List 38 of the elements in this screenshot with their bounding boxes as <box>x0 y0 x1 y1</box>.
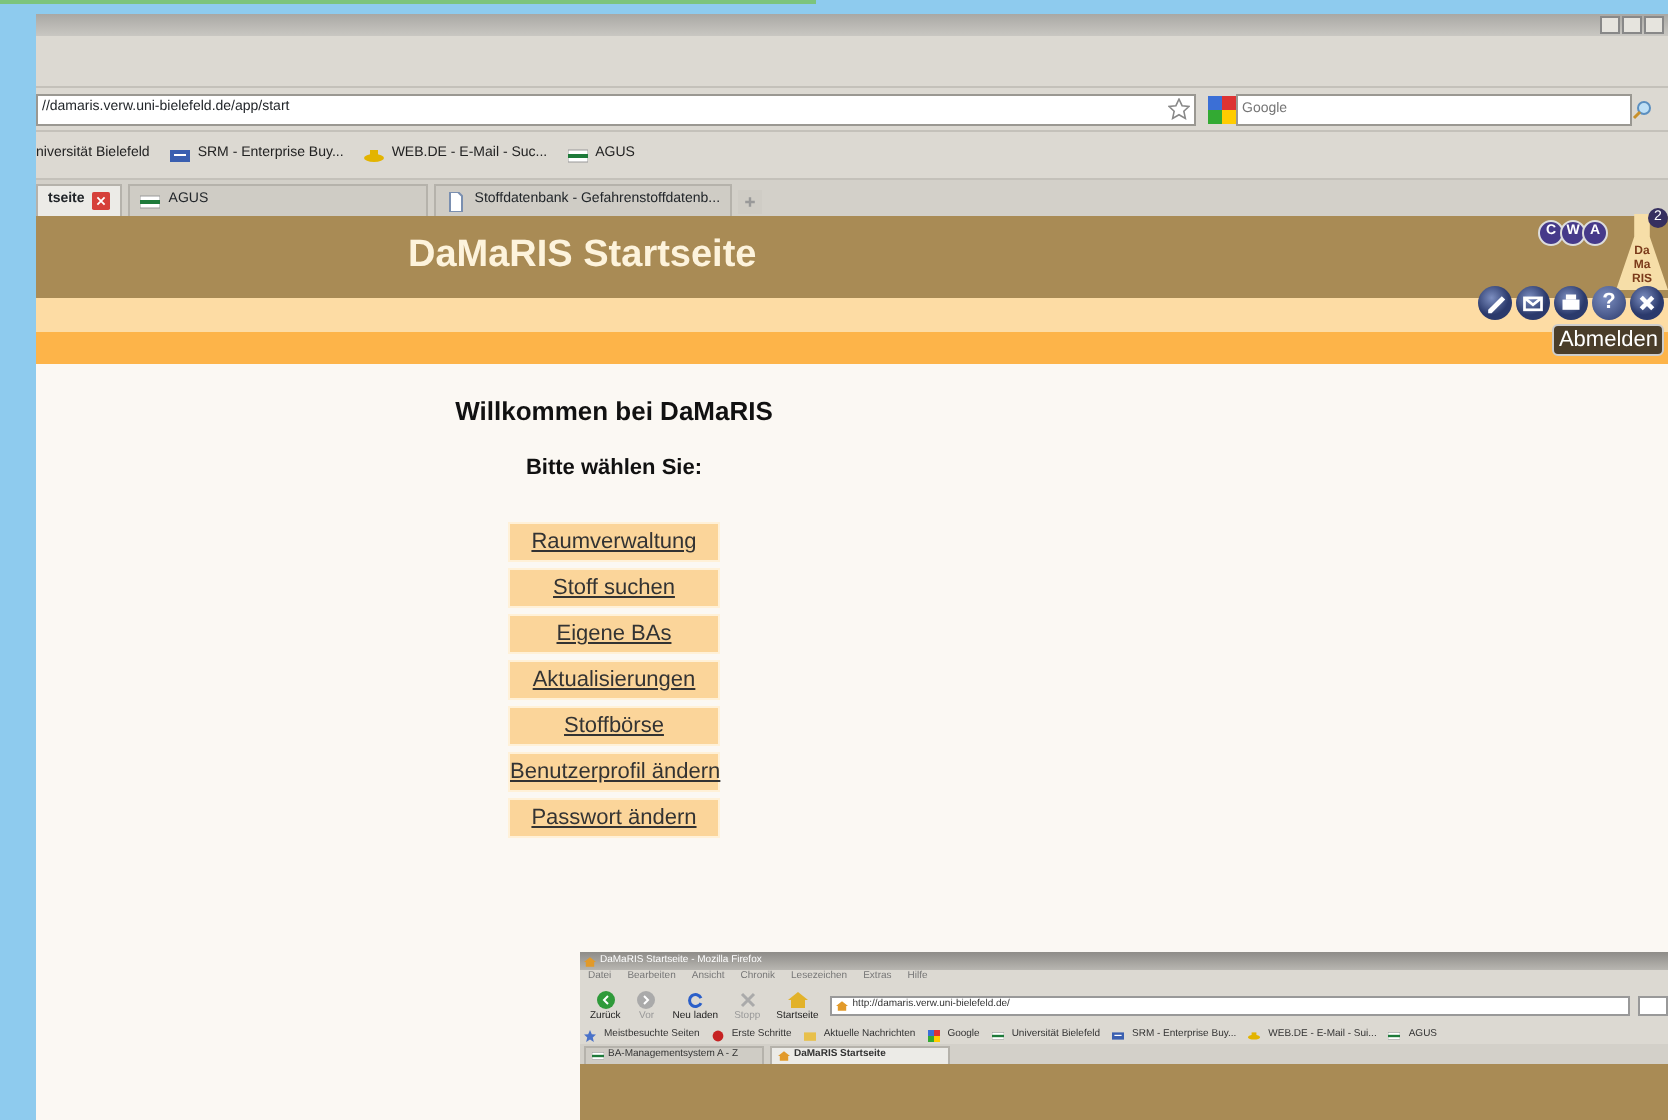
logout-button[interactable]: Abmelden <box>1552 324 1664 356</box>
search-field[interactable] <box>1638 996 1668 1016</box>
menu-link[interactable]: Stoffbörse <box>508 705 720 746</box>
hat-icon <box>363 145 384 165</box>
folder-icon <box>803 1029 816 1041</box>
flag-icon <box>592 1050 604 1062</box>
flag-icon <box>169 145 190 165</box>
ball-icon <box>711 1029 724 1041</box>
menu-link[interactable]: Passwort ändern <box>508 797 720 838</box>
reload-icon <box>685 990 706 1010</box>
mail-icon[interactable] <box>1516 286 1550 320</box>
menu-link[interactable]: Eigene BAs <box>508 613 720 654</box>
menu-link[interactable]: Stoff suchen <box>508 567 720 608</box>
colored-squares-icon <box>1208 95 1236 123</box>
search-icon <box>1632 99 1652 119</box>
colored-squares-icon <box>927 1029 940 1041</box>
welcome-heading: Willkommen bei DaMaRIS <box>455 396 773 428</box>
flag-icon <box>1388 1029 1401 1041</box>
flag-icon <box>567 145 588 165</box>
hat-icon <box>1248 1029 1261 1041</box>
house-icon <box>836 1000 849 1012</box>
document-icon <box>446 191 467 211</box>
page-title: DaMaRIS Startseite <box>408 234 757 280</box>
flag-icon <box>991 1029 1004 1041</box>
star-icon <box>1168 98 1190 120</box>
prompt-text: Bitte wählen Sie: <box>525 455 703 482</box>
cross-icon <box>737 990 758 1010</box>
house-icon <box>787 990 808 1010</box>
printer-icon[interactable] <box>1554 286 1588 320</box>
house-icon <box>778 1050 790 1062</box>
flag-icon <box>140 191 161 211</box>
pencil-icon[interactable] <box>1478 286 1512 320</box>
menu-link[interactable]: Aktualisierungen <box>508 659 720 700</box>
house-icon <box>584 955 596 967</box>
star-icon <box>584 1029 596 1041</box>
flag-icon <box>1112 1029 1124 1041</box>
menu-link[interactable]: Raumverwaltung <box>508 521 720 562</box>
menu-link[interactable]: Benutzerprofil ändern <box>508 751 720 792</box>
